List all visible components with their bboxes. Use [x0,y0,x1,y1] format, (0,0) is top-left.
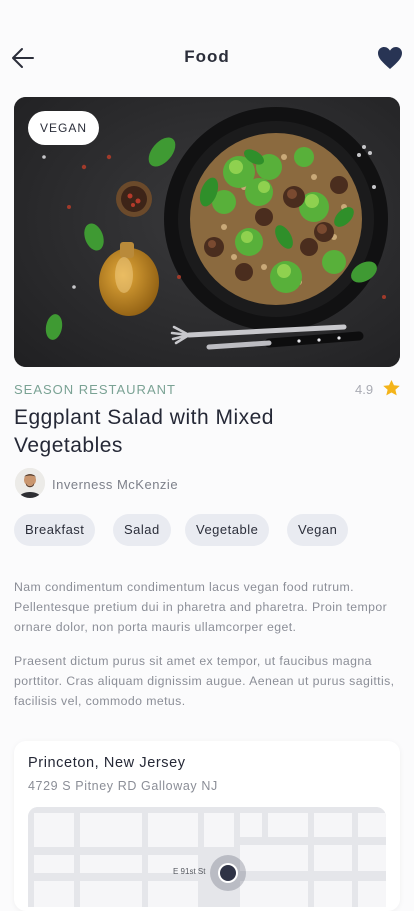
description-paragraph: Nam condimentum condimentum lacus vegan … [14,580,388,634]
heart-icon [378,47,402,69]
rating-value: 4.9 [355,382,374,397]
vegan-badge: VEGAN [28,111,100,145]
dish-title: Eggplant Salad with Mixed Vegetables [14,406,274,457]
map-street-label: E 91st St [173,867,206,876]
restaurant-name[interactable]: SEASON RESTAURANT [14,382,176,397]
avatar[interactable] [15,468,45,498]
page-title: Food [184,47,230,66]
favorite-button[interactable] [376,45,404,71]
top-bar: Food [0,0,414,90]
location-city: Princeton, New Jersey [28,755,186,771]
tag-vegan[interactable]: Vegan [287,514,349,546]
star-icon [383,379,400,396]
author-name[interactable]: Inverness McKenzie [52,477,178,492]
map-location-pin [210,855,246,891]
tag-breakfast[interactable]: Breakfast [14,514,96,546]
location-address: 4729 S Pitney RD Galloway NJ [28,779,218,793]
description-paragraph: Praesent dictum purus sit amet ex tempor… [14,654,395,708]
tag-vegetable[interactable]: Vegetable [185,514,270,546]
location-map[interactable]: E 91st St [28,807,386,907]
tag-salad[interactable]: Salad [113,514,171,546]
